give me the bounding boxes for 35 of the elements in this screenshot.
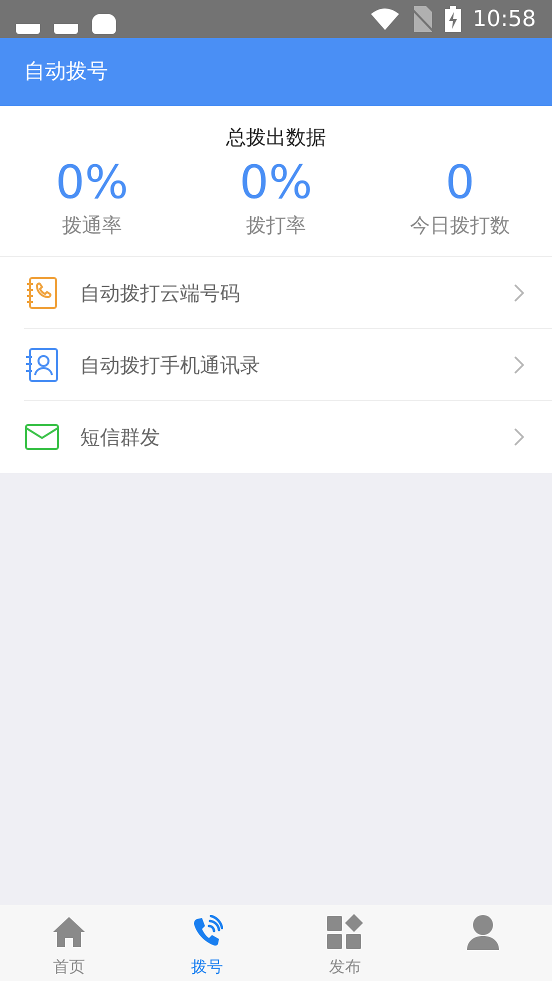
chevron-right-icon (514, 284, 524, 302)
stat-label: 今日拨打数 (410, 212, 510, 239)
notification-icon (16, 24, 40, 34)
nav-tab[interactable]: 发布 (276, 905, 414, 981)
wifi-icon (370, 8, 399, 30)
stat-label: 拨通率 (62, 212, 122, 239)
menu-item[interactable]: 自动拨打手机通讯录 (24, 329, 552, 401)
person-icon (465, 914, 501, 950)
menu-label: 自动拨打手机通讯录 (80, 352, 260, 378)
apps-icon (326, 913, 364, 951)
contact-book-icon (25, 346, 59, 382)
menu-label: 短信群发 (80, 424, 160, 451)
menu-item[interactable]: 短信群发 (24, 401, 552, 473)
battery-charging-icon (444, 6, 461, 32)
chevron-right-icon (514, 428, 524, 446)
stats-title: 总拨出数据 (226, 124, 326, 151)
page-title: 自动拨号 (24, 58, 108, 86)
menu-item[interactable]: 自动拨打云端号码 (24, 257, 552, 329)
clock: 10:58 (472, 6, 536, 34)
menu-label: 自动拨打云端号码 (80, 280, 240, 306)
stat-value: 0 (445, 154, 475, 210)
phone-book-icon (25, 276, 59, 310)
notification-icon (54, 24, 78, 34)
envelope-icon (25, 424, 59, 450)
tab-label: 首页 (53, 956, 85, 978)
nav-tab[interactable]: 首页 (0, 905, 138, 981)
bag-icon (92, 14, 116, 34)
tab-label: 拨号 (191, 956, 223, 978)
stat-value: 0% (240, 154, 312, 210)
nav-tab[interactable]: 拨号 (138, 905, 276, 981)
tab-label: 发布 (329, 956, 361, 978)
stat-value: 0% (56, 154, 128, 210)
home-icon (52, 916, 86, 948)
stat-label: 拨打率 (246, 212, 306, 239)
chevron-right-icon (514, 356, 524, 374)
